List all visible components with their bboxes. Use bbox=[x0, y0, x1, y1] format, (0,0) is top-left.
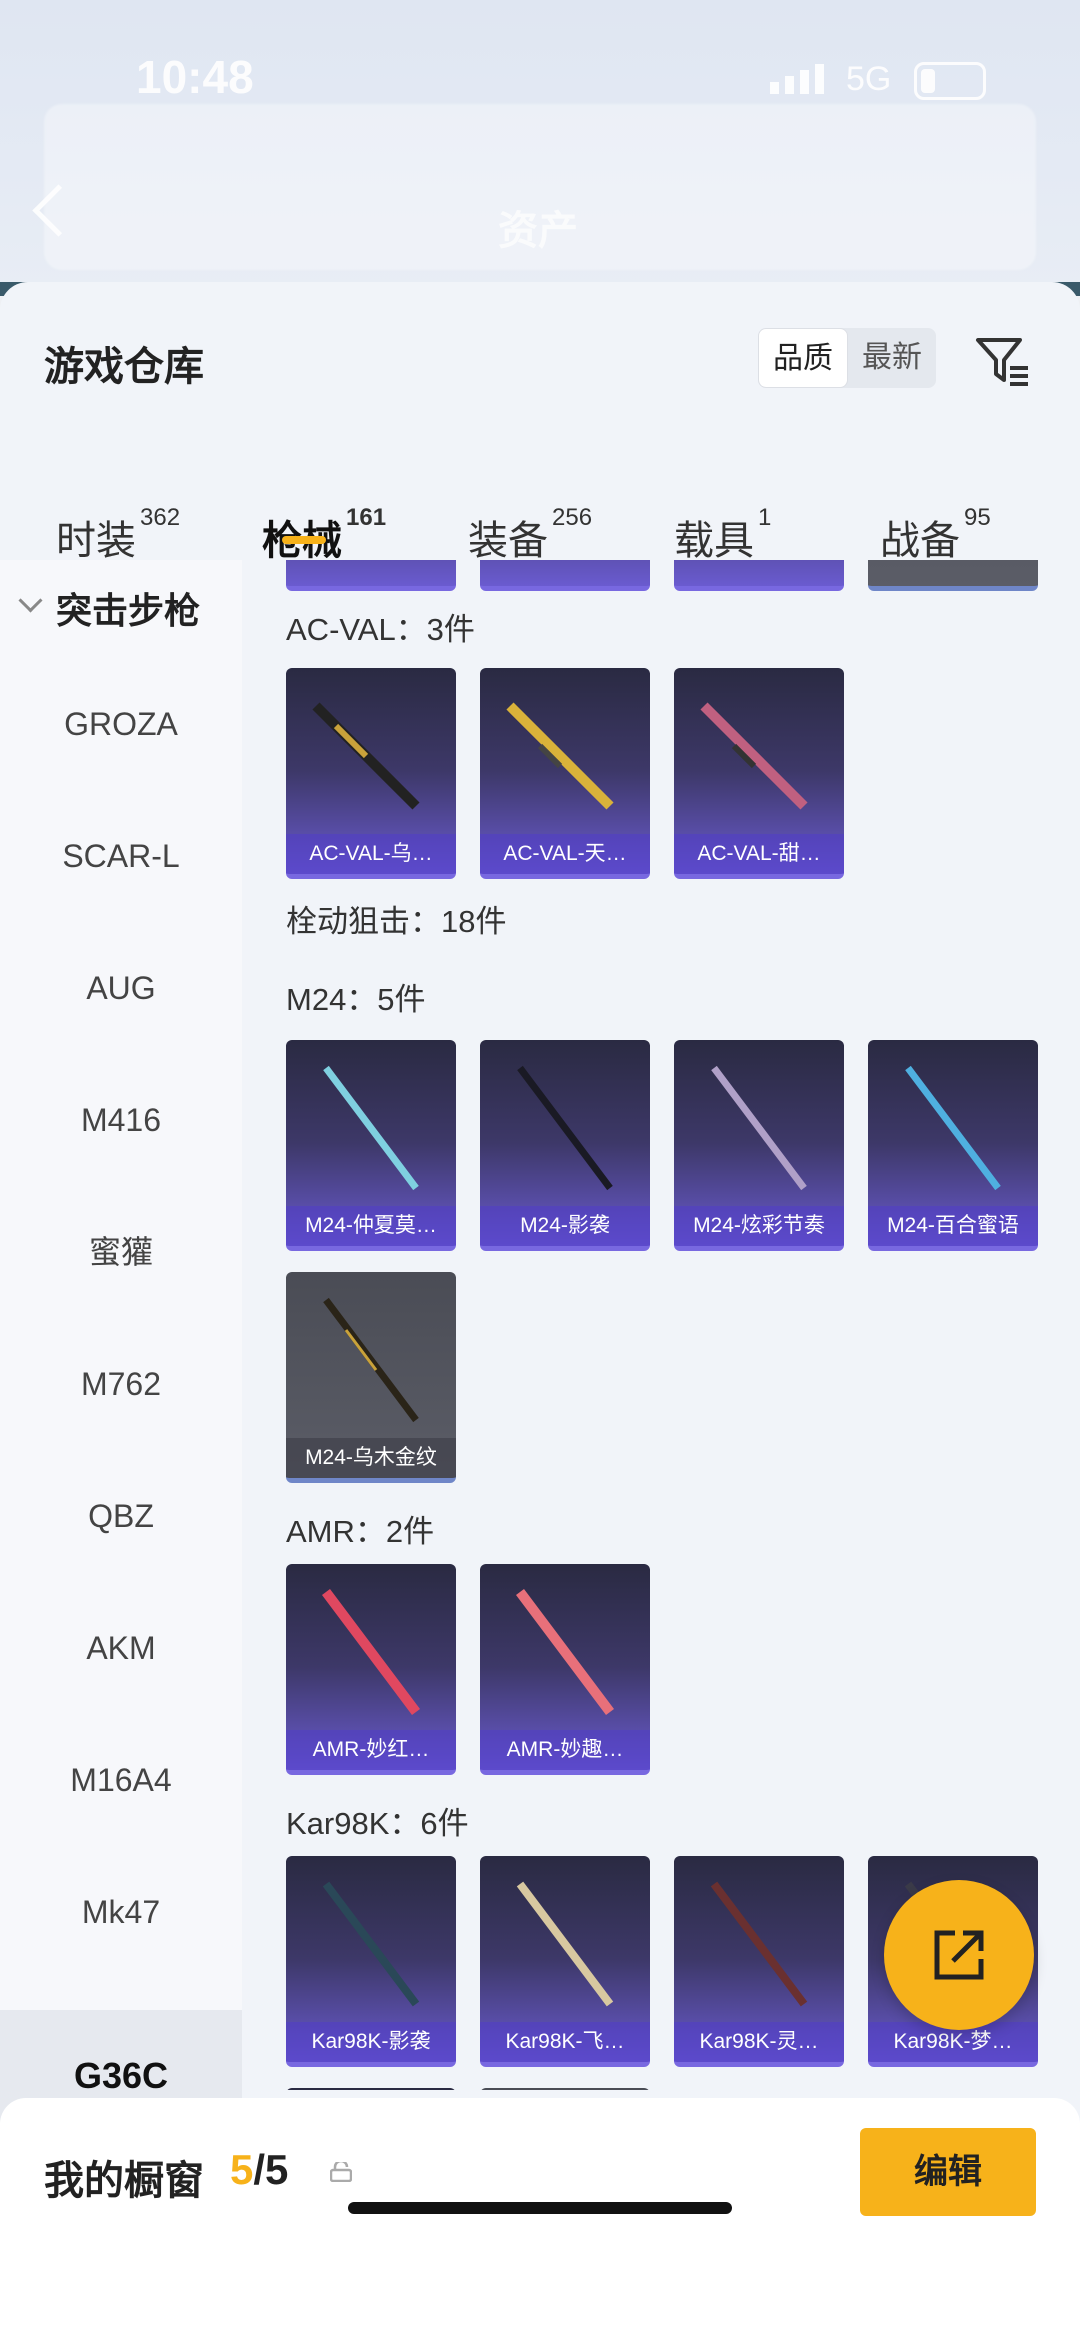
group-label-amr: AMR：2件 bbox=[286, 1514, 435, 1549]
rifle-icon bbox=[506, 702, 614, 810]
weapon-card[interactable] bbox=[480, 2088, 650, 2090]
sidebar-item-honey-badger[interactable]: 蜜獾 bbox=[0, 1186, 242, 1318]
lock-icon bbox=[330, 2162, 352, 2182]
tab-vehicle[interactable]: 载具1 bbox=[674, 504, 771, 566]
category-tabs: 时装362 枪械161 装备256 载具1 战备95 bbox=[0, 462, 1080, 563]
showcase-bar: 我的橱窗 5/5 编辑 bbox=[0, 2098, 1080, 2341]
rifle-icon bbox=[905, 1065, 1001, 1191]
weapon-card[interactable]: AC-VAL-天… bbox=[480, 668, 650, 879]
weapon-card[interactable]: Kar98K-灵… bbox=[674, 1856, 844, 2067]
tab-equipment[interactable]: 装备256 bbox=[468, 504, 592, 566]
sort-newest-button[interactable]: 最新 bbox=[848, 328, 936, 388]
card-name: AC-VAL-乌… bbox=[286, 834, 456, 874]
weapon-card[interactable] bbox=[674, 560, 844, 591]
weapon-sidebar: 突击步枪 GROZA SCAR-L AUG M416 蜜獾 M762 QBZ A… bbox=[0, 560, 242, 2142]
sidebar-item-mk47[interactable]: Mk47 bbox=[0, 1846, 242, 1978]
sidebar-section-assault-rifle[interactable]: 突击步枪 bbox=[0, 560, 242, 650]
rifle-icon bbox=[323, 1297, 419, 1423]
rifle-icon bbox=[322, 1881, 420, 2007]
group-label-acval: AC-VAL：3件 bbox=[286, 612, 475, 647]
weapon-card[interactable]: M24-百合蜜语 bbox=[868, 1040, 1038, 1251]
filter-icon[interactable] bbox=[972, 330, 1032, 390]
card-name: M24-百合蜜语 bbox=[868, 1206, 1038, 1246]
rifle-icon bbox=[516, 1589, 614, 1715]
rifle-icon bbox=[700, 702, 808, 810]
status-time: 10:48 bbox=[136, 51, 254, 103]
weapon-card[interactable]: Kar98K-影袭 bbox=[286, 1856, 456, 2067]
weapon-card[interactable]: AC-VAL-乌… bbox=[286, 668, 456, 879]
weapon-card[interactable] bbox=[286, 2088, 456, 2090]
chevron-down-icon bbox=[18, 588, 43, 613]
sort-quality-button[interactable]: 品质 bbox=[758, 328, 848, 388]
card-name: AMR-妙趣… bbox=[480, 1730, 650, 1770]
tab-supplies[interactable]: 战备95 bbox=[880, 504, 991, 566]
card-name: Kar98K-影袭 bbox=[286, 2022, 456, 2062]
battery-icon bbox=[914, 62, 986, 100]
group-label-kar98k: Kar98K：6件 bbox=[286, 1806, 469, 1841]
network-type: 5G bbox=[846, 60, 892, 98]
sort-toggle[interactable]: 品质 最新 bbox=[758, 328, 936, 388]
card-name: Kar98K-飞… bbox=[480, 2022, 650, 2062]
card-name: AC-VAL-甜… bbox=[674, 834, 844, 874]
group-label-m24: M24：5件 bbox=[286, 982, 426, 1017]
weapon-grid: AC-VAL：3件 AC-VAL-乌… AC-VAL-天… AC-VAL-甜… … bbox=[242, 560, 1080, 2090]
showcase-count: 5/5 bbox=[230, 2146, 289, 2193]
sidebar-item-akm[interactable]: AKM bbox=[0, 1582, 242, 1714]
rifle-icon bbox=[322, 1589, 420, 1715]
status-bar: 10:48 5G bbox=[0, 0, 1080, 120]
weapon-card[interactable]: AMR-妙趣… bbox=[480, 1564, 650, 1775]
share-fab-button[interactable] bbox=[884, 1880, 1034, 2030]
sidebar-item-m416[interactable]: M416 bbox=[0, 1054, 242, 1186]
weapon-card[interactable]: AMR-妙红… bbox=[286, 1564, 456, 1775]
tab-costume[interactable]: 时装362 bbox=[56, 504, 180, 566]
card-name: AMR-妙红… bbox=[286, 1730, 456, 1770]
rifle-icon bbox=[516, 1881, 614, 2007]
rifle-icon bbox=[517, 1065, 613, 1191]
weapon-card[interactable]: M24-炫彩节奏 bbox=[674, 1040, 844, 1251]
weapon-card[interactable] bbox=[286, 560, 456, 591]
rifle-icon bbox=[711, 1065, 807, 1191]
weapon-card[interactable]: M24-仲夏莫… bbox=[286, 1040, 456, 1251]
rifle-icon bbox=[710, 1881, 808, 2007]
card-name: Kar98K-灵… bbox=[674, 2022, 844, 2062]
card-name: M24-乌木金纹 bbox=[286, 1438, 456, 1478]
sidebar-item-m16a4[interactable]: M16A4 bbox=[0, 1714, 242, 1846]
active-tab-indicator bbox=[282, 536, 326, 544]
card-name: M24-炫彩节奏 bbox=[674, 1206, 844, 1246]
weapon-card[interactable]: M24-乌木金纹 bbox=[286, 1272, 456, 1483]
card-name: M24-仲夏莫… bbox=[286, 1206, 456, 1246]
sheet-title: 游戏仓库 bbox=[44, 345, 204, 389]
weapon-card[interactable] bbox=[868, 560, 1038, 591]
weapon-card[interactable] bbox=[480, 560, 650, 591]
home-indicator bbox=[348, 2202, 732, 2214]
sidebar-item-scar-l[interactable]: SCAR-L bbox=[0, 790, 242, 922]
weapon-card[interactable]: AC-VAL-甜… bbox=[674, 668, 844, 879]
card-name: M24-影袭 bbox=[480, 1206, 650, 1246]
share-icon bbox=[934, 1930, 984, 1980]
weapon-card[interactable]: M24-影袭 bbox=[480, 1040, 650, 1251]
background-title: 资产 bbox=[498, 209, 578, 253]
sidebar-item-qbz[interactable]: QBZ bbox=[0, 1450, 242, 1582]
rifle-icon bbox=[312, 702, 420, 810]
signal-icon bbox=[770, 64, 824, 94]
sidebar-item-m762[interactable]: M762 bbox=[0, 1318, 242, 1450]
edit-button[interactable]: 编辑 bbox=[860, 2128, 1036, 2216]
sidebar-item-groza[interactable]: GROZA bbox=[0, 658, 242, 790]
group-label-bolt-sniper: 栓动狙击：18件 bbox=[286, 904, 507, 939]
sidebar-item-aug[interactable]: AUG bbox=[0, 922, 242, 1054]
card-name: AC-VAL-天… bbox=[480, 834, 650, 874]
showcase-title: 我的橱窗 bbox=[44, 2159, 204, 2203]
rifle-icon bbox=[323, 1065, 419, 1191]
weapon-card[interactable]: Kar98K-飞… bbox=[480, 1856, 650, 2067]
